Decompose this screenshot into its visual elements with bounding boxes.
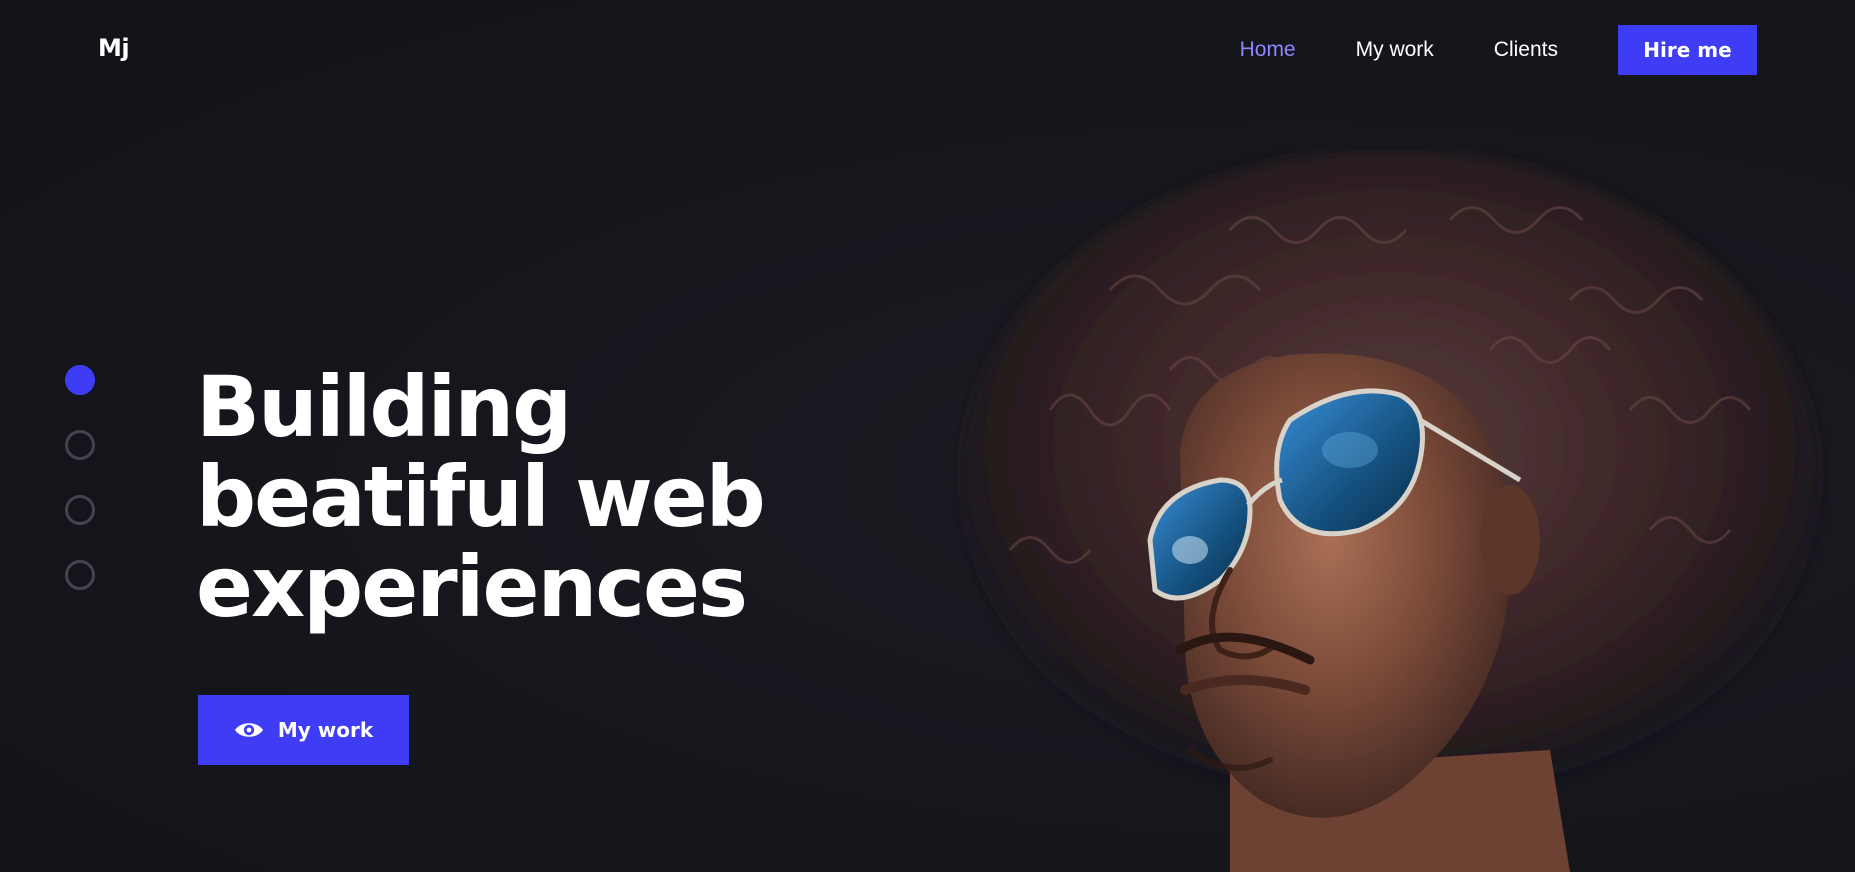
nav-link-clients[interactable]: Clients xyxy=(1494,38,1558,62)
hire-me-button[interactable]: Hire me xyxy=(1618,25,1757,75)
hero-title: Building beatiful web experiences xyxy=(196,362,896,632)
hero-title-line: Building xyxy=(196,358,572,456)
eye-icon xyxy=(234,723,263,737)
slider-dot[interactable] xyxy=(65,560,95,590)
logo[interactable]: Mj xyxy=(98,34,130,62)
slider-dot[interactable] xyxy=(65,430,95,460)
nav-link-home[interactable]: Home xyxy=(1240,38,1296,62)
slider-dot[interactable] xyxy=(65,365,95,395)
hero-title-line: experiences xyxy=(196,538,748,636)
slider-dots xyxy=(65,365,95,625)
my-work-button[interactable]: My work xyxy=(198,695,409,765)
slider-dot[interactable] xyxy=(65,495,95,525)
nav-link-my-work[interactable]: My work xyxy=(1356,38,1434,62)
my-work-button-label: My work xyxy=(277,718,374,742)
main-nav: Home My work Clients Hire me xyxy=(1240,25,1757,75)
landing-page: Mj Home My work Clients Hire me Building… xyxy=(0,0,1855,872)
portrait-photo xyxy=(960,150,1820,872)
hero-title-line: beatiful web xyxy=(196,448,766,546)
